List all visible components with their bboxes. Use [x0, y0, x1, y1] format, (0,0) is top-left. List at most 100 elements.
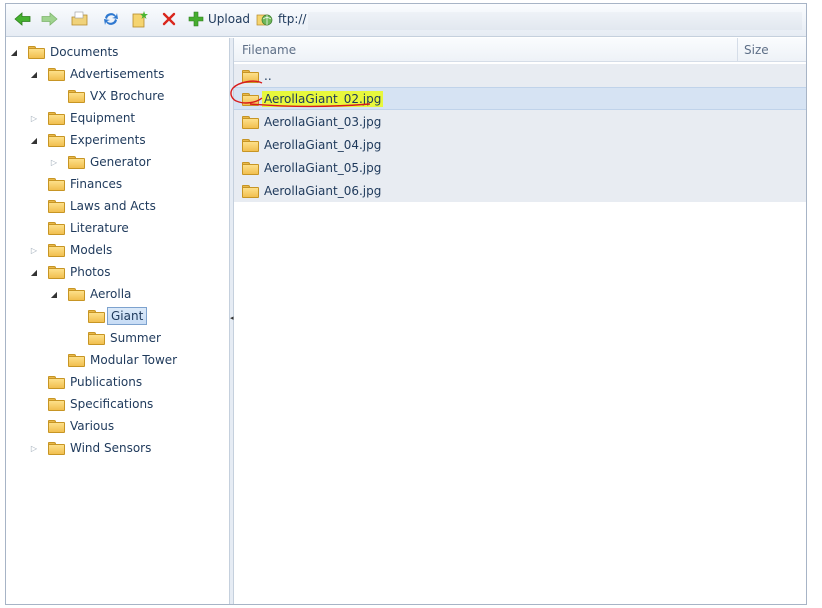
- delete-icon: [162, 12, 176, 26]
- file-name: AerollaGiant_04.jpg: [264, 137, 382, 152]
- delete-button[interactable]: [161, 9, 177, 29]
- collapse-arrow-icon[interactable]: ◢: [29, 267, 39, 277]
- tree-node-label: Wind Sensors: [70, 441, 152, 455]
- new-folder-button[interactable]: [131, 9, 149, 29]
- tree-node[interactable]: Specifications: [48, 394, 153, 414]
- folder-icon: [88, 331, 106, 345]
- arrow-left-icon: [14, 12, 31, 26]
- file-row[interactable]: AerollaGiant_03.jpg: [234, 110, 806, 133]
- collapse-arrow-icon[interactable]: ◢: [49, 289, 59, 299]
- tree-node-label: Aerolla: [90, 287, 132, 301]
- file-name: ..: [264, 68, 272, 83]
- tree-node[interactable]: ◢ Aerolla: [51, 284, 132, 304]
- tree-node-label: Publications: [70, 375, 143, 389]
- expand-arrow-icon[interactable]: ▷: [29, 245, 39, 255]
- tree-node[interactable]: Finances: [48, 174, 122, 194]
- collapse-left-icon[interactable]: ◂: [230, 314, 234, 322]
- ftp-globe-icon: [256, 14, 273, 26]
- filename-column-header[interactable]: Filename: [242, 38, 296, 62]
- back-button[interactable]: [14, 9, 32, 29]
- folder-icon: [242, 161, 260, 175]
- column-separator[interactable]: [737, 38, 738, 62]
- tree-node-label: Various: [70, 419, 115, 433]
- tree-node-label: Models: [70, 243, 113, 257]
- folder-icon: [28, 45, 46, 59]
- tree-node-label: Modular Tower: [90, 353, 178, 367]
- folder-icon: [242, 184, 260, 198]
- tree-node[interactable]: VX Brochure: [68, 86, 164, 106]
- arrow-right-icon: [41, 12, 58, 26]
- tree-node[interactable]: Modular Tower: [68, 350, 177, 370]
- plus-icon: [188, 11, 204, 27]
- tree-node[interactable]: Giant: [88, 306, 148, 326]
- tree-node[interactable]: ◢ Documents: [11, 42, 119, 62]
- file-name: AerollaGiant_02.jpg: [262, 90, 384, 107]
- tree-node[interactable]: ▷ Models: [31, 240, 113, 260]
- upload-button[interactable]: Upload: [188, 9, 250, 29]
- new-folder-icon: [132, 11, 148, 28]
- tree-node[interactable]: ◢ Photos: [31, 262, 111, 282]
- folder-icon: [68, 89, 86, 103]
- folder-icon: [48, 177, 66, 191]
- refresh-icon: [104, 13, 118, 25]
- parent-folder-row[interactable]: ..: [234, 64, 806, 87]
- tree-node-label: Laws and Acts: [70, 199, 156, 213]
- folder-icon: [48, 441, 66, 455]
- folder-tree: ◢ Documents ◢ Advertisements VX Brochure ▷ Equ…: [6, 38, 229, 604]
- file-row[interactable]: AerollaGiant_06.jpg: [234, 179, 806, 202]
- folder-icon: [48, 133, 66, 147]
- upload-label: Upload: [208, 12, 251, 26]
- tree-node[interactable]: Literature: [48, 218, 129, 238]
- folder-icon: [242, 69, 260, 83]
- tree-node[interactable]: Summer: [88, 328, 161, 348]
- forward-button[interactable]: [40, 9, 58, 29]
- folder-icon: [48, 199, 66, 213]
- tree-node[interactable]: ◢ Experiments: [31, 130, 146, 150]
- tree-node-label: Finances: [70, 177, 123, 191]
- folder-icon: [242, 138, 260, 152]
- tree-node-label: Photos: [70, 265, 111, 279]
- tree-node-label: VX Brochure: [90, 89, 165, 103]
- address-text: ftp://: [278, 12, 307, 26]
- toolbar: Upload ftp://: [6, 4, 806, 37]
- tree-node-label: Advertisements: [70, 67, 165, 81]
- folder-icon: [48, 67, 66, 81]
- tree-node[interactable]: ▷ Generator: [51, 152, 151, 172]
- address-bar[interactable]: ftp://: [256, 9, 306, 29]
- tree-node[interactable]: Laws and Acts: [48, 196, 156, 216]
- folder-icon: [242, 115, 260, 129]
- tree-node-label: Giant: [107, 307, 148, 325]
- collapse-arrow-icon[interactable]: ◢: [9, 47, 19, 57]
- tree-node-label: Experiments: [70, 133, 146, 147]
- tree-node-label: Specifications: [70, 397, 154, 411]
- folder-icon: [48, 111, 66, 125]
- up-folder-button[interactable]: [70, 9, 90, 29]
- file-grid: Filename Size .. AerollaGiant_02.jpg Aerol…: [234, 38, 806, 604]
- tree-node[interactable]: ▷ Equipment: [31, 108, 135, 128]
- file-manager-window: Upload ftp:// ◢ Documents ◢ Advertisements V…: [5, 3, 807, 605]
- refresh-button[interactable]: [102, 9, 120, 29]
- collapse-arrow-icon[interactable]: ◢: [29, 69, 39, 79]
- folder-icon: [68, 155, 86, 169]
- tree-node[interactable]: Publications: [48, 372, 142, 392]
- tree-node[interactable]: ▷ Wind Sensors: [31, 438, 152, 458]
- file-row[interactable]: AerollaGiant_05.jpg: [234, 156, 806, 179]
- grid-header: Filename Size: [234, 38, 806, 62]
- folder-up-icon: [71, 11, 88, 26]
- file-name: AerollaGiant_06.jpg: [264, 183, 382, 198]
- expand-arrow-icon[interactable]: ▷: [29, 443, 39, 453]
- folder-icon: [48, 221, 66, 235]
- file-row[interactable]: AerollaGiant_04.jpg: [234, 133, 806, 156]
- expand-arrow-icon[interactable]: ▷: [29, 113, 39, 123]
- tree-node[interactable]: Various: [48, 416, 114, 436]
- folder-icon: [48, 419, 66, 433]
- size-column-header[interactable]: Size: [744, 38, 769, 62]
- tree-node-label: Documents: [50, 45, 119, 59]
- expand-arrow-icon[interactable]: ▷: [49, 157, 59, 167]
- tree-node[interactable]: ◢ Advertisements: [31, 64, 165, 84]
- folder-icon: [88, 309, 106, 323]
- folder-icon: [68, 353, 86, 367]
- file-row[interactable]: AerollaGiant_02.jpg: [234, 87, 806, 110]
- collapse-arrow-icon[interactable]: ◢: [29, 135, 39, 145]
- address-field[interactable]: [308, 12, 802, 30]
